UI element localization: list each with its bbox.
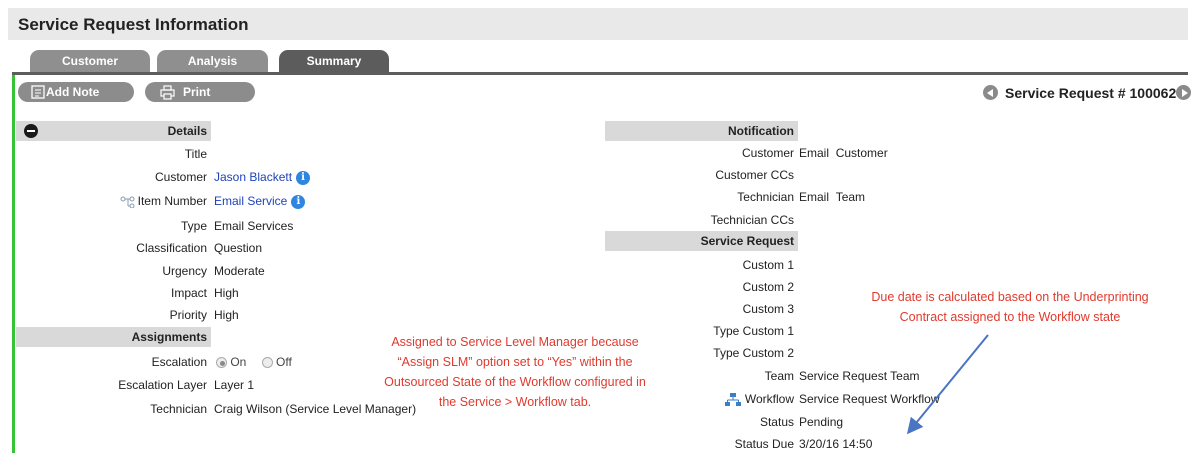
slm-annotation-line: “Assign SLM” option set to “Yes” within … [397,355,633,369]
customer-target: Customer [835,146,888,160]
add-note-button[interactable]: Add Note [18,82,134,102]
tab-customer[interactable]: Customer [30,50,150,74]
note-icon [31,85,45,99]
technician-label: Technician [150,402,207,416]
due-date-annotation: Due date is calculated based on the Unde… [850,287,1170,327]
escalation-layer-value: Layer 1 [214,378,255,392]
escalation-off-radio[interactable] [261,357,273,369]
tab-analysis[interactable]: Analysis [157,50,268,74]
escalation-options: On Off [216,355,292,369]
custom1-label: Custom 1 [742,258,794,272]
type-custom2-label: Type Custom 2 [713,346,794,360]
customer-value: Jason Blackett i [214,170,311,185]
info-icon[interactable]: i [296,170,311,185]
item-number-value: Email Service i [214,194,306,209]
due-annotation-line: Due date is calculated based on the Unde… [871,290,1149,304]
notification-customer-value: Email Customer [799,146,888,160]
classification-value: Question [214,241,263,255]
details-heading: Details [16,121,211,141]
type-custom1-label: Type Custom 1 [713,324,794,338]
escalation-on-label: On [230,355,247,369]
escalation-on-radio[interactable] [216,357,227,369]
annotation-arrow [906,334,989,435]
add-note-label: Add Note [46,85,100,99]
escalation-label: Escalation [151,355,207,369]
item-relation-icon [120,196,135,209]
due-annotation-line: Contract assigned to the Workflow state [899,310,1121,324]
notification-technician-value: Email Team [799,190,865,204]
item-number-label-text: Item Number [137,194,207,208]
urgency-value: Moderate [214,264,265,278]
customer-label: Customer [154,170,207,184]
title-label: Title [184,147,207,161]
urgency-label: Urgency [162,264,207,278]
slm-annotation-line: Assigned to Service Level Manager becaus… [391,335,639,349]
slm-annotation-line: Outsourced State of the Workflow configu… [384,375,646,389]
tab-underline [12,72,1188,75]
collapse-icon[interactable] [24,124,38,138]
request-number: Service Request # 100062 [1005,85,1177,101]
custom2-label: Custom 2 [742,280,794,294]
slm-annotation-line: the Service > Workflow tab. [438,395,592,409]
item-number-label: Item Number [120,194,207,209]
item-number-link[interactable]: Email Service [214,194,287,208]
status-label: Status [759,415,794,429]
technician-ccs-label: Technician CCs [710,213,794,227]
printer-icon [160,85,175,100]
custom3-label: Custom 3 [742,302,794,316]
notification-technician-label: Technician [737,190,794,204]
type-label: Type [180,219,207,233]
customer-link[interactable]: Jason Blackett [214,170,292,184]
print-button[interactable]: Print [145,82,255,102]
technician-method: Email [799,190,830,204]
impact-label: Impact [170,286,207,300]
escalation-layer-label: Escalation Layer [118,378,207,392]
slm-annotation: Assigned to Service Level Manager becaus… [355,332,675,412]
previous-arrow-icon[interactable] [983,85,998,100]
page-title: Service Request Information [18,15,249,34]
service-request-heading: Service Request [605,231,798,251]
workflow-label: Workflow [724,392,794,407]
status-value: Pending [799,415,844,429]
notification-customer-label: Customer [741,146,794,160]
tab-summary[interactable]: Summary [279,50,389,74]
type-value: Email Services [214,219,294,233]
impact-value: High [214,286,239,300]
status-due-label: Status Due [734,437,794,451]
info-icon[interactable]: i [291,194,306,209]
workflow-label-text: Workflow [744,392,794,406]
print-label: Print [183,85,211,99]
escalation-off-label: Off [276,355,292,369]
notification-heading: Notification [605,121,798,141]
status-due-value: 3/20/16 14:50 [799,437,873,451]
next-arrow-icon[interactable] [1176,85,1191,100]
customer-ccs-label: Customer CCs [715,168,794,182]
priority-value: High [214,308,239,322]
assignments-heading: Assignments [16,327,211,347]
priority-label: Priority [169,308,207,322]
content-border [12,75,15,453]
workflow-icon[interactable] [724,392,741,407]
team-label: Team [764,369,794,383]
technician-target: Team [835,190,866,204]
classification-label: Classification [136,241,207,255]
customer-method: Email [799,146,830,160]
